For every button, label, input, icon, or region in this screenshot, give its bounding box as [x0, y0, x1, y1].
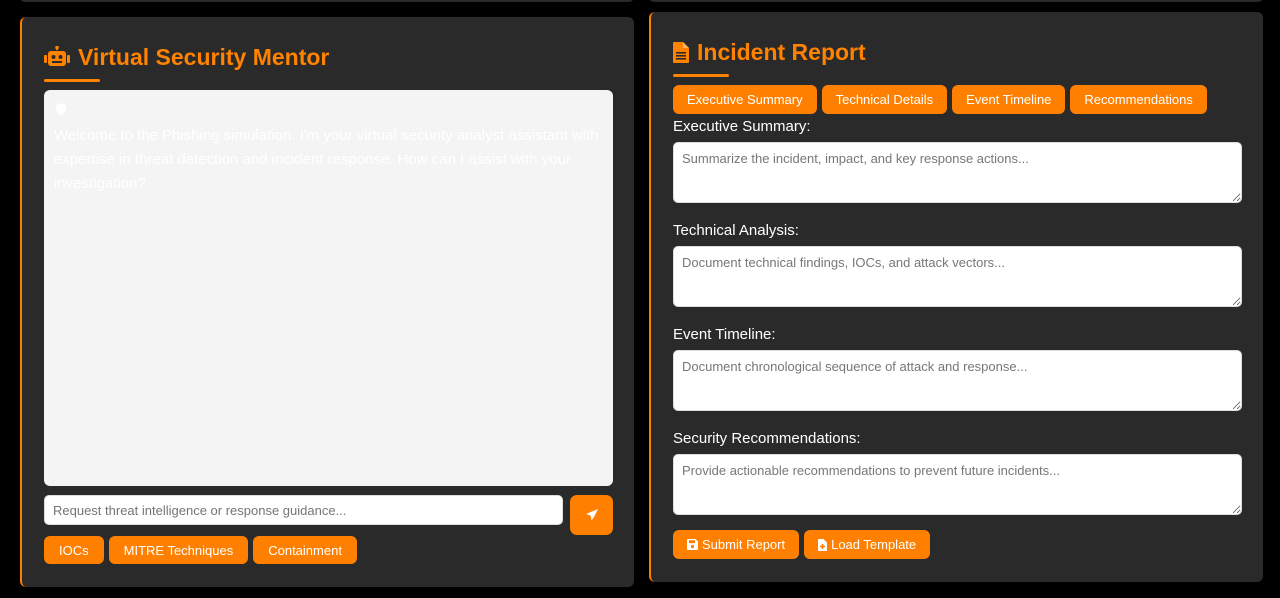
containment-button[interactable]: Containment [253, 536, 357, 564]
tab-recommendations[interactable]: Recommendations [1070, 85, 1207, 114]
load-template-button[interactable]: Load Template [804, 530, 931, 559]
save-icon [687, 539, 698, 550]
quick-actions: IOCs MITRE Techniques Containment [44, 536, 357, 564]
technical-analysis-field[interactable] [673, 246, 1242, 307]
mentor-title: Virtual Security Mentor [44, 44, 329, 71]
submit-report-label: Submit Report [702, 537, 786, 552]
mentor-title-text: Virtual Security Mentor [78, 44, 330, 70]
report-tabs: Executive Summary Technical Details Even… [673, 85, 1207, 114]
report-title: Incident Report [673, 39, 866, 66]
chat-input[interactable] [44, 495, 563, 525]
chat-messages: Welcome to the Phishing simulation. I'm … [44, 90, 613, 486]
report-actions: Submit Report Load Template [673, 530, 931, 559]
top-panel-edge-right [649, 0, 1263, 2]
executive-summary-label: Executive Summary: [673, 118, 811, 135]
technical-analysis-label: Technical Analysis: [673, 222, 799, 239]
iocs-button[interactable]: IOCs [44, 536, 104, 564]
mentor-title-underline [44, 79, 100, 82]
report-title-underline [673, 74, 729, 77]
load-template-label: Load Template [831, 537, 917, 552]
top-panel-edge-left [20, 0, 634, 2]
tab-technical-details[interactable]: Technical Details [821, 85, 948, 114]
security-recommendations-label: Security Recommendations: [673, 430, 861, 447]
shield-icon [56, 103, 66, 115]
report-title-text: Incident Report [697, 39, 866, 65]
event-timeline-field[interactable] [673, 350, 1242, 411]
paper-plane-icon [585, 509, 598, 521]
tab-event-timeline[interactable]: Event Timeline [952, 85, 1066, 114]
executive-summary-field[interactable] [673, 142, 1242, 203]
submit-report-button[interactable]: Submit Report [673, 530, 800, 559]
report-panel: Incident Report Executive Summary Techni… [649, 12, 1263, 582]
tab-executive-summary[interactable]: Executive Summary [673, 85, 817, 114]
file-import-icon [818, 538, 828, 551]
security-recommendations-field[interactable] [673, 454, 1242, 515]
file-icon [673, 42, 689, 63]
chat-message: Welcome to the Phishing simulation. I'm … [54, 127, 599, 192]
mitre-techniques-button[interactable]: MITRE Techniques [108, 536, 249, 564]
event-timeline-label: Event Timeline: [673, 326, 776, 343]
mentor-panel: Virtual Security Mentor Welcome to the P… [20, 17, 634, 587]
send-button[interactable] [570, 495, 613, 535]
robot-icon [44, 45, 70, 66]
